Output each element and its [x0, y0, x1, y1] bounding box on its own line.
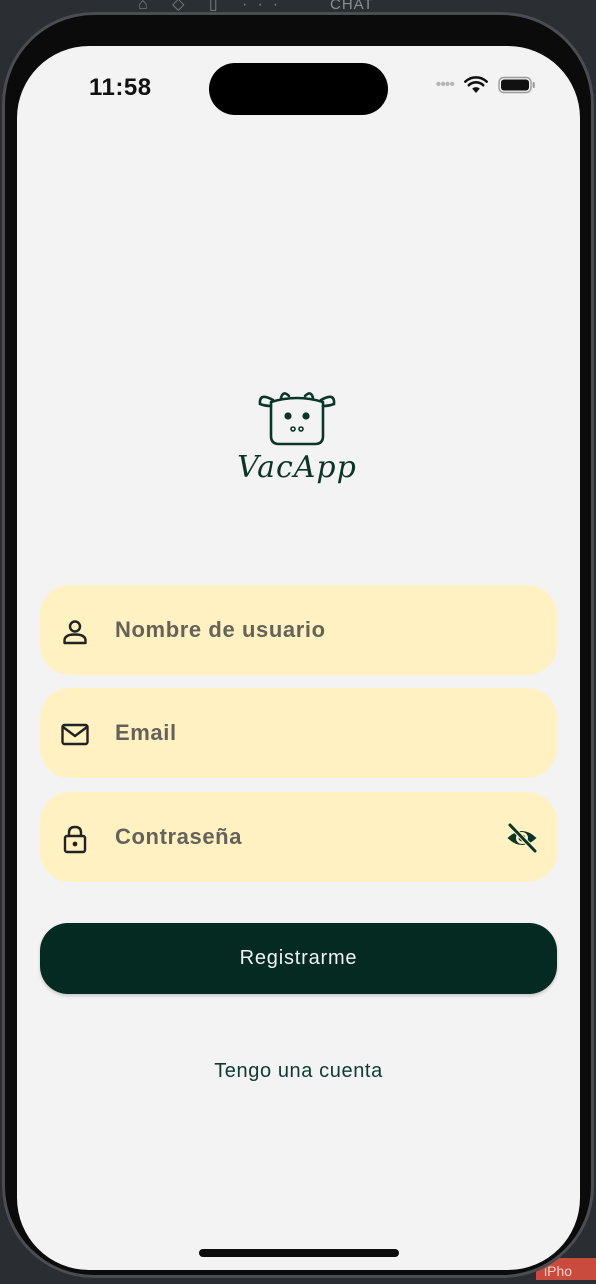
password-field[interactable]: [40, 792, 557, 882]
home-indicator: [199, 1249, 399, 1257]
register-button[interactable]: Registrarme: [40, 923, 557, 994]
app-screen: 11:58 ••••: [17, 46, 580, 1270]
eye-slash-icon[interactable]: [505, 822, 539, 854]
wifi-icon: [464, 76, 488, 94]
password-input[interactable]: [115, 792, 495, 882]
battery-icon: [498, 76, 536, 94]
envelope-icon: [60, 720, 90, 750]
app-logo: VacApp: [235, 386, 359, 496]
have-account-link[interactable]: Tengo una cuenta: [17, 1060, 580, 1083]
username-input[interactable]: [115, 585, 495, 675]
person-icon: [60, 617, 90, 647]
email-input[interactable]: [115, 688, 495, 778]
lock-icon: [60, 824, 90, 854]
status-indicators: ••••: [436, 76, 536, 94]
cellular-signal-icon: ••••: [436, 77, 454, 93]
email-field[interactable]: [40, 688, 557, 778]
dynamic-island: [209, 63, 388, 115]
cow-face-icon: [235, 386, 359, 452]
username-field[interactable]: [40, 585, 557, 675]
app-name: VacApp: [235, 450, 359, 485]
phone-frame: 11:58 ••••: [2, 12, 594, 1278]
status-time: 11:58: [89, 74, 152, 102]
